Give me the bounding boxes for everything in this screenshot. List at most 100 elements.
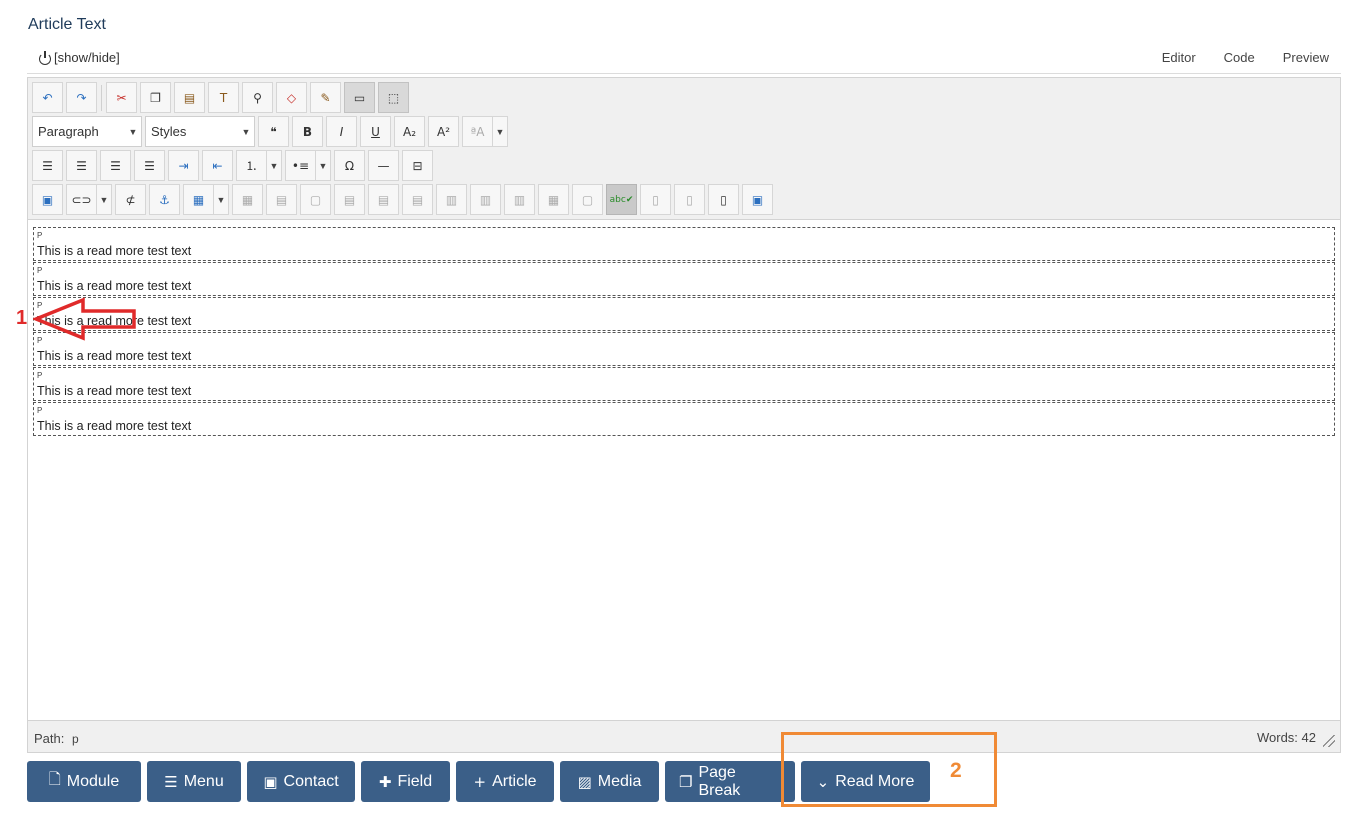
- numbered-list-icon[interactable]: ⒈: [236, 150, 267, 181]
- row-props-icon[interactable]: ▤: [266, 184, 297, 215]
- align-center-icon[interactable]: ☰: [66, 150, 97, 181]
- paragraph-block[interactable]: P This is a read more test text: [33, 297, 1335, 331]
- blockquote-icon[interactable]: ❝: [258, 116, 289, 147]
- font-size-icon[interactable]: ªA: [462, 116, 493, 147]
- styles-select-value: Styles: [151, 124, 187, 139]
- plus-icon: +: [473, 772, 487, 791]
- find-icon[interactable]: ⚲: [242, 82, 273, 113]
- paragraph-block[interactable]: P This is a read more test text: [33, 262, 1335, 296]
- insert-row-before-icon[interactable]: ▤: [334, 184, 365, 215]
- media-button-label: Media: [597, 772, 642, 790]
- copy-icon[interactable]: ❐: [140, 82, 171, 113]
- delete-table-icon[interactable]: ▦: [232, 184, 263, 215]
- insert-col-before-icon[interactable]: ▥: [436, 184, 467, 215]
- status-bar: Path: p Words: 42: [28, 720, 1340, 752]
- paragraph-block[interactable]: P This is a read more test text: [33, 367, 1335, 401]
- file-browse-icon[interactable]: ▯: [708, 184, 739, 215]
- table-icon[interactable]: ▦: [183, 184, 214, 215]
- chevron-down-icon[interactable]: ▼: [316, 150, 331, 181]
- outdent-icon[interactable]: ⇤: [202, 150, 233, 181]
- align-justify-icon[interactable]: ☰: [134, 150, 165, 181]
- chevron-down-icon[interactable]: ▼: [97, 184, 112, 215]
- contact-card-icon: ▣: [263, 772, 278, 791]
- tab-code[interactable]: Code: [1224, 50, 1255, 65]
- article-button[interactable]: + Article: [456, 761, 554, 802]
- undo-icon[interactable]: ↶: [32, 82, 63, 113]
- indent-icon[interactable]: ⇥: [168, 150, 199, 181]
- editor-content[interactable]: P This is a read more test text P This i…: [33, 227, 1335, 437]
- chevron-down-icon: ▼: [128, 126, 138, 137]
- toolbar-row-1: ↶ ↷ ✂ ❐ ▤ T ⚲ ◇ ✎ ▭ ⬚: [32, 82, 409, 113]
- field-button[interactable]: ✚ Field: [361, 761, 450, 802]
- insert-col-after-icon[interactable]: ▥: [470, 184, 501, 215]
- split-cells-icon[interactable]: ▦: [538, 184, 569, 215]
- superscript-icon[interactable]: A²: [428, 116, 459, 147]
- align-left-icon[interactable]: ☰: [32, 150, 63, 181]
- paragraph-text: This is a read more test text: [37, 384, 192, 398]
- paragraph-block[interactable]: P This is a read more test text: [33, 332, 1335, 366]
- pagebreak-icon[interactable]: ⊟: [402, 150, 433, 181]
- menu-button-label: Menu: [183, 772, 224, 790]
- anchor-icon[interactable]: ⚓: [149, 184, 180, 215]
- paragraph-tag: P: [37, 371, 43, 380]
- tab-editor[interactable]: Editor: [1162, 50, 1196, 65]
- redo-icon[interactable]: ↷: [66, 82, 97, 113]
- menu-button[interactable]: ☰ Menu: [147, 761, 241, 802]
- field-label: Article Text: [28, 16, 106, 33]
- italic-icon[interactable]: I: [326, 116, 357, 147]
- styles-select[interactable]: Styles ▼: [145, 116, 255, 147]
- visual-blocks-icon[interactable]: ▭: [344, 82, 375, 113]
- paragraph-block[interactable]: P This is a read more test text: [33, 402, 1335, 436]
- contact-button[interactable]: ▣ Contact: [247, 761, 355, 802]
- delete-row-icon[interactable]: ▤: [402, 184, 433, 215]
- cleanup-icon[interactable]: ✎: [310, 82, 341, 113]
- unlink-icon[interactable]: ⊄: [115, 184, 146, 215]
- remove-format-icon[interactable]: ◇: [276, 82, 307, 113]
- paragraph-tag: P: [37, 406, 43, 415]
- resize-handle-icon[interactable]: [1323, 735, 1335, 747]
- insert-file-icon[interactable]: ▯: [640, 184, 671, 215]
- contact-button-label: Contact: [283, 772, 339, 790]
- delete-col-icon[interactable]: ▥: [504, 184, 535, 215]
- bullet-list-icon[interactable]: •≡: [285, 150, 316, 181]
- spellcheck-icon[interactable]: abc✔: [606, 184, 637, 215]
- link-icon[interactable]: ⊂⊃: [66, 184, 97, 215]
- merge-cells-icon[interactable]: ▢: [572, 184, 603, 215]
- image-manager-icon[interactable]: ▣: [742, 184, 773, 215]
- toolbar-row-3: ☰ ☰ ☰ ☰ ⇥ ⇤ ⒈ ▼ •≡ ▼ Ω — ⊟: [32, 150, 433, 181]
- path-value[interactable]: p: [72, 732, 79, 746]
- paste-text-icon[interactable]: T: [208, 82, 239, 113]
- page-break-button[interactable]: ❐ Page Break: [665, 761, 795, 802]
- insert-row-after-icon[interactable]: ▤: [368, 184, 399, 215]
- visual-aid-icon[interactable]: ⬚: [378, 82, 409, 113]
- underline-icon[interactable]: U: [360, 116, 391, 147]
- align-right-icon[interactable]: ☰: [100, 150, 131, 181]
- subscript-icon[interactable]: A₂: [394, 116, 425, 147]
- tab-preview[interactable]: Preview: [1283, 50, 1329, 65]
- puzzle-icon: ✚: [378, 772, 392, 791]
- paragraph-block[interactable]: P This is a read more test text: [33, 227, 1335, 261]
- special-char-icon[interactable]: Ω: [334, 150, 365, 181]
- page-break-button-label: Page Break: [698, 763, 741, 799]
- editor-header: [show/hide] Editor Code Preview: [27, 44, 1341, 74]
- horizontal-rule-icon[interactable]: —: [368, 150, 399, 181]
- paragraph-tag: P: [37, 266, 43, 275]
- delete-file-icon[interactable]: ▯: [674, 184, 705, 215]
- show-hide-toggle[interactable]: [show/hide]: [38, 50, 120, 65]
- chevron-down-icon[interactable]: ▼: [267, 150, 282, 181]
- module-button[interactable]: 🗋 Module: [27, 761, 141, 802]
- mode-tabs: Editor Code Preview: [1162, 50, 1329, 65]
- paragraph-text: This is a read more test text: [37, 349, 192, 363]
- bold-icon[interactable]: B: [292, 116, 323, 147]
- paste-icon[interactable]: ▤: [174, 82, 205, 113]
- chevron-down-icon: ▼: [241, 126, 251, 137]
- image-icon[interactable]: ▣: [32, 184, 63, 215]
- media-button[interactable]: ▨ Media: [560, 761, 659, 802]
- cut-icon[interactable]: ✂: [106, 82, 137, 113]
- chevron-down-icon[interactable]: ▼: [493, 116, 508, 147]
- format-select[interactable]: Paragraph ▼: [32, 116, 142, 147]
- chevron-down-icon[interactable]: ▼: [214, 184, 229, 215]
- path-label: Path:: [34, 731, 65, 746]
- cell-props-icon[interactable]: ▢: [300, 184, 331, 215]
- paragraph-text: This is a read more test text: [37, 419, 192, 433]
